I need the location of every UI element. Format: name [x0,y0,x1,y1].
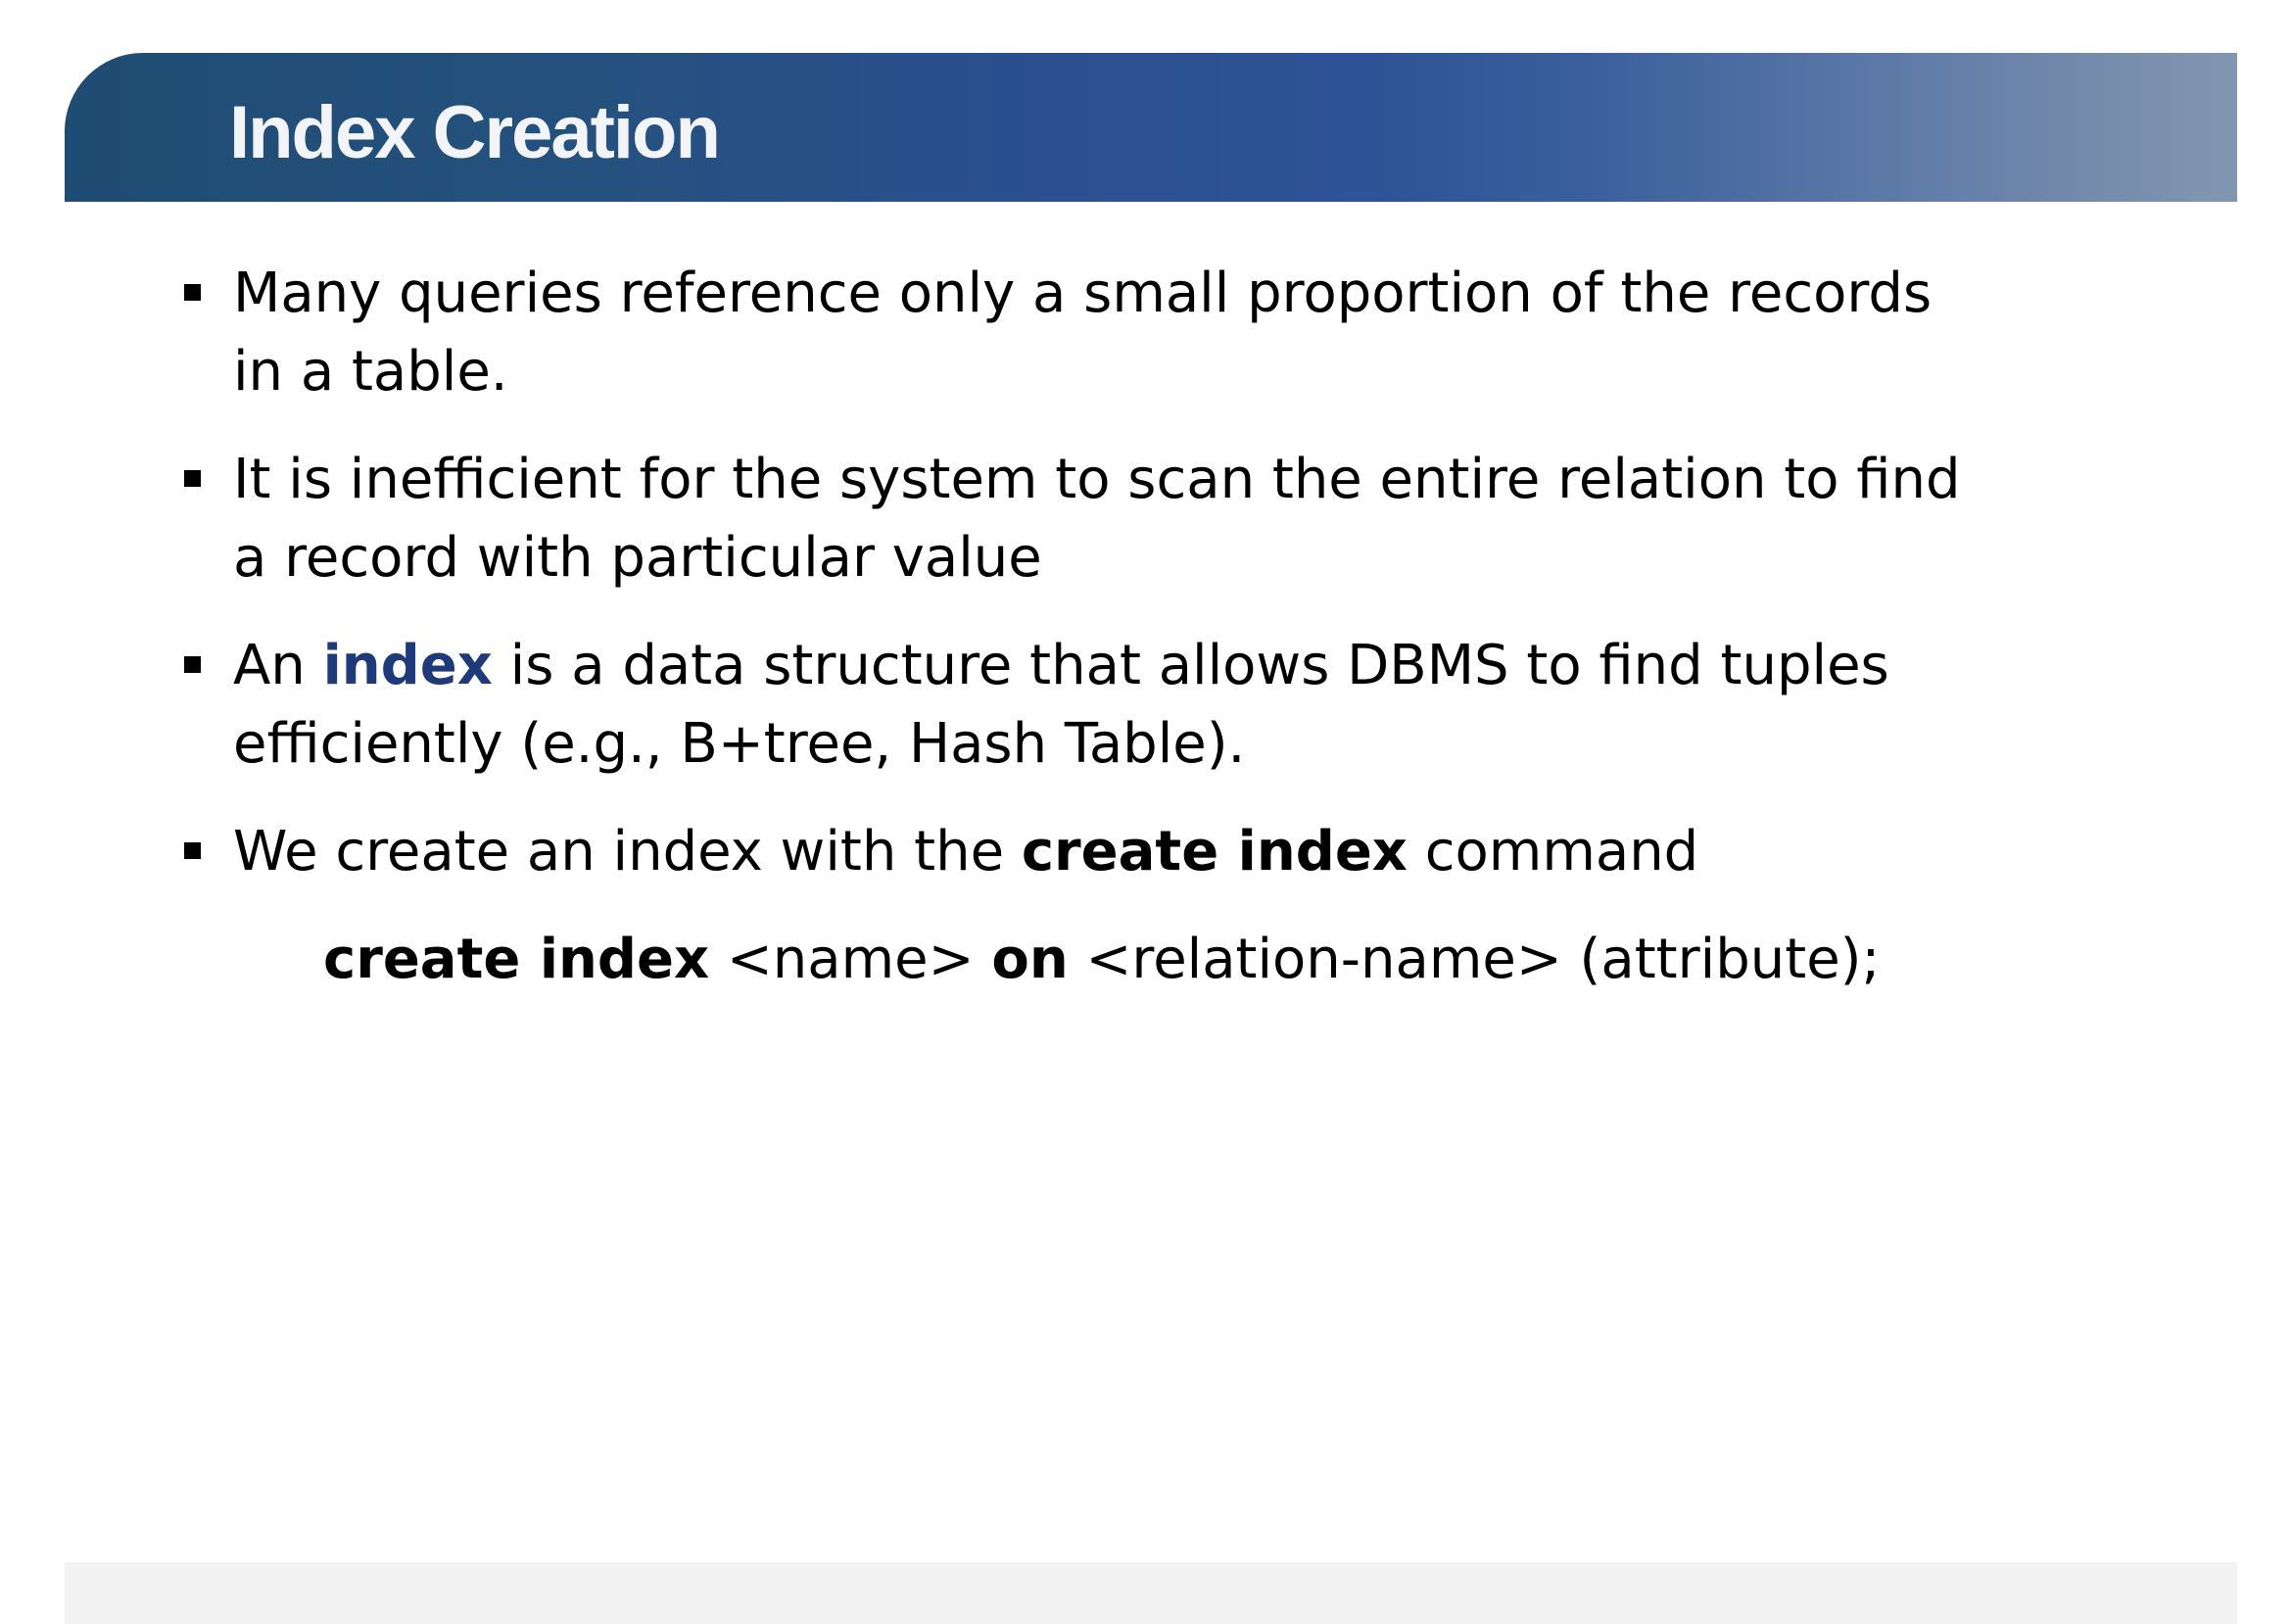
create-index-keyword: create index [1021,820,1408,884]
slide-content: Many queries reference only a small prop… [0,0,2291,1620]
bullet-item: It is inefficient for the system to scan… [184,441,2094,597]
bullet-line: Many queries reference only a small prop… [233,262,1933,325]
bullet-line: We create an index with the create index… [233,813,2094,891]
bullet-item: Many queries reference only a small prop… [184,255,2094,411]
bullet-text: command [1407,820,1699,884]
square-bullet-icon [184,284,201,301]
index-term: index [322,634,493,697]
square-bullet-icon [184,656,201,673]
square-bullet-icon [184,470,201,487]
syntax-text: <relation-name> (attribute); [1068,928,1881,991]
square-bullet-icon [184,842,201,859]
bullet-line: a record with particular value [233,526,1042,590]
bullet-text: We create an index with the [233,820,1022,884]
bullet-item: An index is a data structure that allows… [184,627,2094,784]
bullet-text: An [233,634,323,697]
bullet-line: in a table. [233,340,508,404]
syntax-keyword-create-index: create index [323,928,710,991]
syntax-keyword-on: on [991,928,1069,991]
bullet-line: It is inefficient for the system to scan… [233,448,1961,511]
bullet-text: is a data structure that allows DBMS to … [492,634,1889,697]
syntax-example: create index <name> on <relation-name> (… [323,921,1880,999]
bullet-line: efficiently (e.g., B+tree, Hash Table). [233,712,1246,776]
bullet-line: An index is a data structure that allows… [233,627,2094,705]
footer-band [65,1562,2237,1624]
slide: Index Creation Many queries reference on… [0,0,2291,1624]
bullet-item: We create an index with the create index… [184,813,2094,891]
syntax-text: <name> [709,928,992,991]
